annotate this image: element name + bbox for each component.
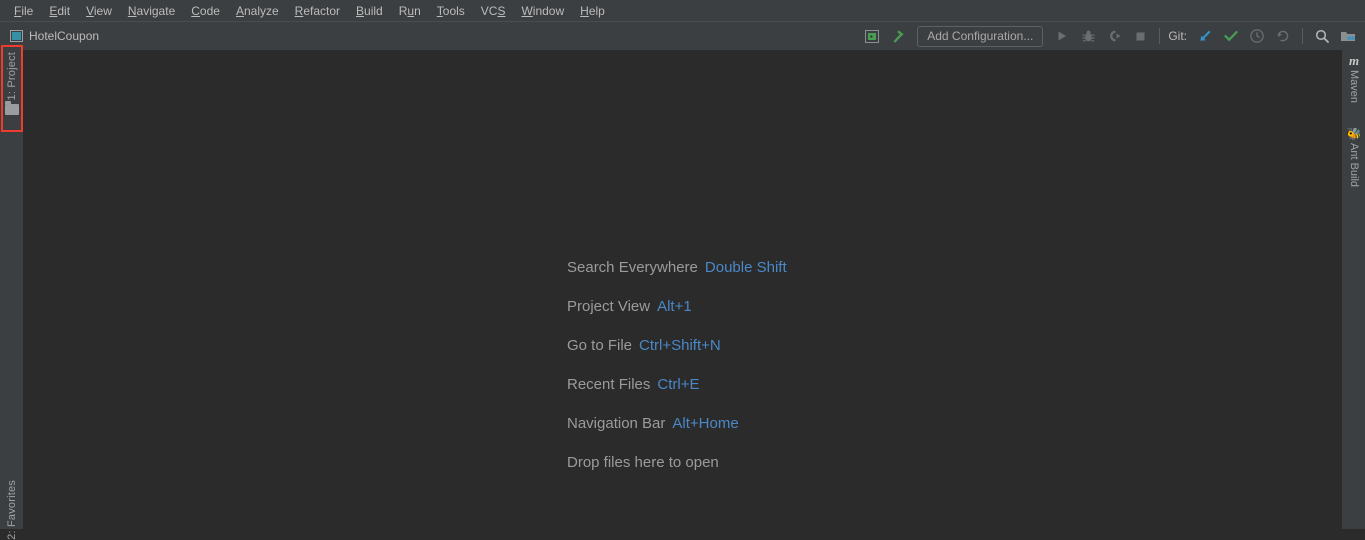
toolbar-separator-1: [1159, 28, 1161, 44]
hint-shortcut-navigation-bar: Alt+Home: [672, 414, 739, 432]
project-title: HotelCoupon: [10, 22, 99, 50]
ant-icon: 🐝: [1346, 127, 1362, 141]
project-name-label: HotelCoupon: [29, 29, 100, 43]
menu-refactor[interactable]: Refactor: [287, 2, 348, 20]
menu-navigate[interactable]: Navigate: [120, 2, 183, 20]
project-structure-icon[interactable]: [1335, 24, 1361, 48]
sidebar-item-favorites[interactable]: 2: Favorites: [0, 480, 24, 540]
menu-help[interactable]: Help: [572, 2, 613, 20]
menu-window-label: indow: [532, 3, 565, 18]
hint-row-project-view: Project View Alt+1: [567, 287, 787, 326]
menu-vcs-mnemonic: S: [497, 3, 506, 18]
menu-tools-label: ools: [442, 3, 465, 18]
menu-navigate-mnemonic: N: [127, 3, 137, 18]
menu-view[interactable]: View: [78, 2, 120, 20]
menu-code-mnemonic: C: [191, 3, 200, 18]
menu-file[interactable]: File: [6, 2, 41, 20]
debug-bug-icon[interactable]: [1075, 24, 1101, 48]
hint-label-recent-files: Recent Files: [567, 375, 651, 393]
git-label: Git:: [1168, 29, 1187, 43]
folder-icon: [5, 101, 19, 116]
menu-window-mnemonic: W: [521, 3, 533, 18]
menu-analyze[interactable]: Analyze: [228, 2, 287, 20]
stop-icon[interactable]: [1127, 24, 1153, 48]
menu-build-mnemonic: B: [356, 3, 365, 18]
editor-hints-list: Search Everywhere Double Shift Project V…: [567, 248, 787, 482]
project-module-icon: [10, 30, 23, 42]
hint-row-recent-files: Recent Files Ctrl+E: [567, 365, 787, 404]
menu-edit-label: dit: [57, 3, 71, 18]
toolbar-actions: Add Configuration... Git:: [859, 22, 1361, 50]
menu-view-mnemonic: V: [86, 3, 94, 18]
menu-view-label: iew: [93, 3, 112, 18]
right-tool-window-strip: m Maven 🐝 Ant Build: [1341, 50, 1365, 529]
menu-edit[interactable]: Edit: [41, 2, 78, 20]
menu-tools[interactable]: Tools: [429, 2, 473, 20]
hint-row-navigation-bar: Navigation Bar Alt+Home: [567, 404, 787, 443]
git-update-project-icon[interactable]: [1192, 24, 1218, 48]
favorites-tool-window-label: 2: Favorites: [6, 480, 18, 540]
menu-code-label: ode: [199, 3, 220, 18]
hint-label-go-to-file: Go to File: [567, 336, 633, 354]
menu-bar: File Edit View Navigate Code Analyze Ref…: [0, 0, 1365, 22]
menu-window[interactable]: Window: [513, 2, 572, 20]
hint-row-go-to-file: Go to File Ctrl+Shift+N: [567, 326, 787, 365]
run-with-coverage-icon[interactable]: [1101, 24, 1127, 48]
hint-shortcut-project-view: Alt+1: [657, 297, 692, 315]
menu-run[interactable]: Run: [391, 2, 429, 20]
run-icon[interactable]: [1049, 24, 1075, 48]
hint-row-drop-files: Drop files here to open: [567, 443, 787, 482]
hint-shortcut-go-to-file: Ctrl+Shift+N: [639, 336, 721, 354]
hint-shortcut-recent-files: Ctrl+E: [657, 375, 700, 393]
sidebar-item-ant-build[interactable]: 🐝 Ant Build: [1342, 127, 1365, 188]
search-icon[interactable]: [1309, 24, 1335, 48]
git-commit-check-icon[interactable]: [1218, 24, 1244, 48]
menu-code[interactable]: Code: [183, 2, 228, 20]
menu-build[interactable]: Build: [348, 2, 391, 20]
menu-build-label: uild: [364, 3, 383, 18]
drop-files-label: Drop files here to open: [567, 453, 719, 471]
menu-help-label: elp: [588, 3, 605, 18]
ide-window: File Edit View Navigate Code Analyze Ref…: [0, 0, 1365, 540]
editor-empty-area: Search Everywhere Double Shift Project V…: [24, 50, 1341, 529]
menu-navigate-label: avigate: [136, 3, 176, 18]
main-toolbar: HotelCoupon Add Configuration... Git:: [0, 22, 1365, 50]
menu-run-label: n: [414, 3, 421, 18]
hint-label-project-view: Project View: [567, 297, 651, 315]
ant-build-tool-window-label: Ant Build: [1348, 143, 1360, 188]
hint-row-search-everywhere: Search Everywhere Double Shift: [567, 248, 787, 287]
maven-tool-window-label: Maven: [1348, 70, 1360, 104]
toolbar-separator-2: [1302, 28, 1303, 44]
hint-shortcut-search-everywhere: Double Shift: [704, 258, 787, 276]
hint-label-search-everywhere: Search Everywhere: [567, 258, 698, 276]
git-history-clock-icon[interactable]: [1244, 24, 1270, 48]
hint-label-navigation-bar: Navigation Bar: [567, 414, 666, 432]
project-tool-window-label: 1: Project: [6, 52, 18, 101]
menu-help-mnemonic: H: [580, 3, 589, 18]
open-in-terminal-icon[interactable]: [859, 24, 885, 48]
add-configuration-button[interactable]: Add Configuration...: [917, 25, 1044, 47]
menu-vcs-pre: VC: [480, 3, 498, 18]
menu-analyze-mnemonic: A: [235, 3, 244, 18]
menu-analyze-label: nalyze: [243, 3, 279, 18]
sidebar-item-project[interactable]: 1: Project: [0, 52, 24, 116]
menu-refactor-label: efactor: [303, 3, 341, 18]
left-tool-window-strip: 1: Project 2: Favorites: [0, 50, 24, 540]
sidebar-item-maven[interactable]: m Maven: [1342, 53, 1365, 104]
git-rollback-undo-icon[interactable]: [1270, 24, 1296, 48]
build-hammer-icon[interactable]: [885, 24, 911, 48]
maven-m-icon: m: [1348, 53, 1360, 68]
menu-vcs[interactable]: VCS: [473, 2, 514, 20]
menu-file-label: ile: [21, 3, 34, 18]
